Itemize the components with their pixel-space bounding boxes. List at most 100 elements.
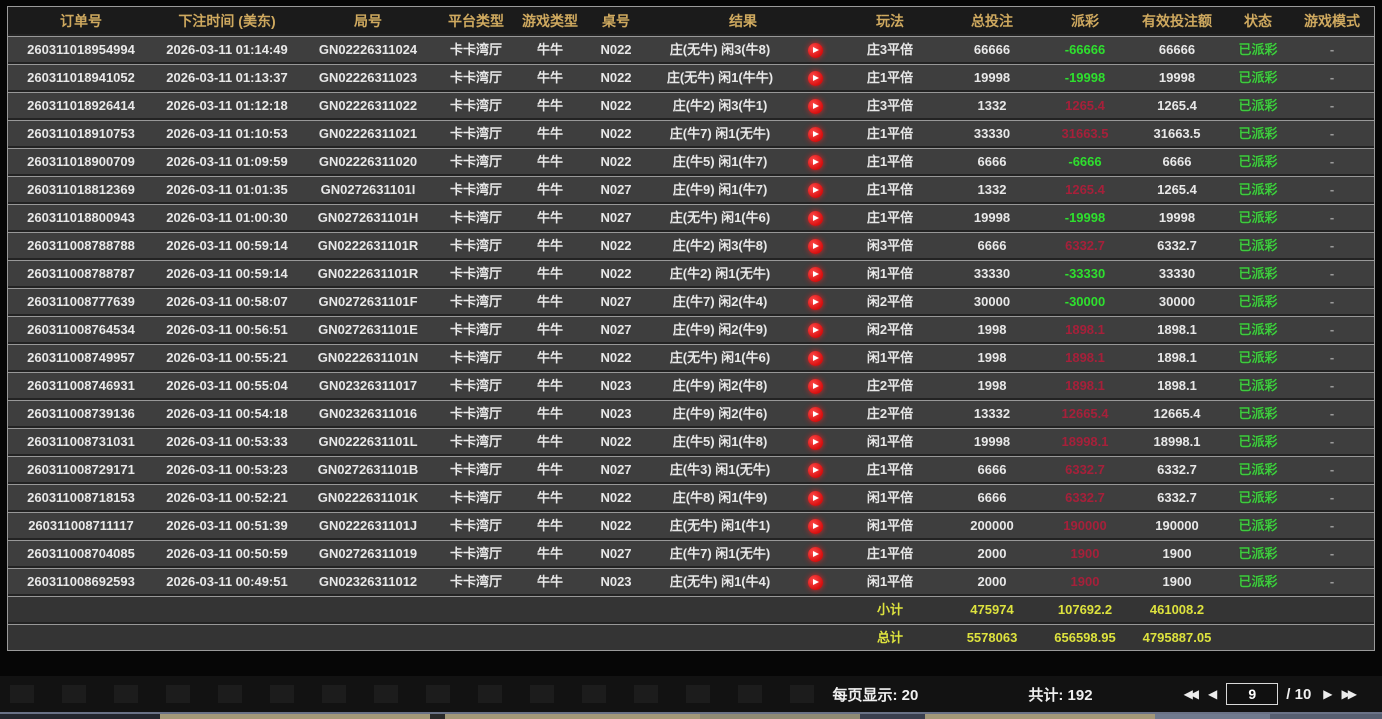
table-row: 260311008788787 2026-03-11 00:59:14 GN02… bbox=[8, 260, 1374, 286]
round-number: GN02226311023 bbox=[318, 70, 418, 85]
result-cell: 庄(牛2) 闲3(牛8) bbox=[648, 233, 838, 259]
last-page-button[interactable]: ▶▶ bbox=[1336, 685, 1360, 703]
table-row: 260311008731031 2026-03-11 00:53:33 GN02… bbox=[8, 428, 1374, 454]
prev-page-button[interactable]: ◀ bbox=[1202, 685, 1220, 703]
play-type: 闲2平倍 bbox=[866, 322, 914, 337]
table-number: N022 bbox=[600, 98, 632, 113]
play-video-button[interactable] bbox=[792, 373, 838, 399]
result-cell: 庄(牛9) 闲2(牛8) bbox=[648, 373, 838, 399]
play-video-button[interactable] bbox=[792, 233, 838, 259]
payout: 1265.4 bbox=[1065, 98, 1105, 113]
col-header-table: 桌号 bbox=[602, 12, 630, 29]
play-video-button[interactable] bbox=[792, 177, 838, 203]
game-mode: - bbox=[1329, 406, 1335, 421]
total-bet: 33330 bbox=[973, 126, 1011, 141]
payout: 1900 bbox=[1070, 546, 1100, 561]
bet-time: 2026-03-11 01:09:59 bbox=[166, 154, 288, 169]
total-bet: 2000 bbox=[977, 546, 1007, 561]
bet-time: 2026-03-11 00:59:14 bbox=[166, 266, 288, 281]
page-number-input[interactable] bbox=[1226, 683, 1279, 705]
payout: 1265.4 bbox=[1065, 182, 1105, 197]
play-video-button[interactable] bbox=[792, 65, 838, 91]
status-badge: 已派彩 bbox=[1238, 406, 1278, 421]
table-number: N027 bbox=[600, 322, 632, 337]
play-video-button[interactable] bbox=[792, 569, 838, 595]
valid-bet: 1898.1 bbox=[1157, 378, 1197, 393]
play-video-button[interactable] bbox=[792, 261, 838, 287]
play-video-button[interactable] bbox=[792, 205, 838, 231]
result-cell: 庄(无牛) 闲1(牛1) bbox=[648, 513, 838, 539]
play-video-button[interactable] bbox=[792, 541, 838, 567]
play-type: 庄1平倍 bbox=[866, 70, 914, 85]
play-video-button[interactable] bbox=[792, 317, 838, 343]
play-video-button[interactable] bbox=[792, 345, 838, 371]
round-number: GN0272631101H bbox=[317, 210, 419, 225]
play-icon bbox=[807, 210, 823, 226]
payout: -19998 bbox=[1064, 70, 1106, 85]
status-badge: 已派彩 bbox=[1238, 70, 1278, 85]
game-type: 牛牛 bbox=[536, 238, 563, 253]
result-text: 庄(牛7) 闲2(牛4) bbox=[672, 294, 768, 309]
bottom-strip-segment bbox=[1270, 714, 1382, 719]
play-video-button[interactable] bbox=[792, 37, 838, 63]
play-video-button[interactable] bbox=[792, 429, 838, 455]
result-text: 庄(牛3) 闲1(无牛) bbox=[669, 462, 771, 477]
play-type: 庄1平倍 bbox=[866, 154, 914, 169]
order-number: 260311018800943 bbox=[27, 210, 135, 225]
platform-type: 卡卡湾厅 bbox=[449, 182, 502, 197]
result-cell: 庄(无牛) 闲1(牛6) bbox=[648, 345, 838, 371]
table-row: 260311008777639 2026-03-11 00:58:07 GN02… bbox=[8, 288, 1374, 314]
result-text: 庄(牛5) 闲1(牛8) bbox=[672, 434, 768, 449]
order-number: 260311008749957 bbox=[27, 350, 135, 365]
play-icon bbox=[807, 98, 823, 114]
valid-bet: 66666 bbox=[1158, 42, 1196, 57]
play-video-button[interactable] bbox=[792, 121, 838, 147]
bottom-edge-decoration bbox=[0, 712, 1382, 719]
total-bet: 1998 bbox=[977, 378, 1007, 393]
platform-type: 卡卡湾厅 bbox=[449, 294, 502, 309]
round-number: GN0222631101R bbox=[317, 266, 419, 281]
table-number: N022 bbox=[600, 42, 632, 57]
betting-records-screen: 订单号 下注时间 (美东) 局号 平台类型 游戏类型 桌号 结果 玩法 总投注 … bbox=[0, 0, 1382, 719]
total-bet: 30000 bbox=[973, 294, 1011, 309]
table-header-row: 订单号 下注时间 (美东) 局号 平台类型 游戏类型 桌号 结果 玩法 总投注 … bbox=[8, 7, 1374, 34]
col-header-status: 状态 bbox=[1244, 12, 1272, 29]
play-icon bbox=[807, 490, 823, 506]
payout: 1898.1 bbox=[1065, 322, 1105, 337]
result-text: 庄(无牛) 闲1(牛6) bbox=[669, 210, 771, 225]
bet-time: 2026-03-11 00:53:23 bbox=[166, 462, 288, 477]
bet-time: 2026-03-11 01:10:53 bbox=[166, 126, 288, 141]
result-cell: 庄(牛5) 闲1(牛8) bbox=[648, 429, 838, 455]
game-type: 牛牛 bbox=[536, 154, 563, 169]
valid-bet: 19998 bbox=[1158, 210, 1196, 225]
valid-bet: 1898.1 bbox=[1157, 322, 1197, 337]
play-icon bbox=[807, 574, 823, 590]
round-number: GN02226311020 bbox=[318, 154, 418, 169]
round-number: GN0272631101B bbox=[317, 462, 419, 477]
play-video-button[interactable] bbox=[792, 289, 838, 315]
page-total-label: / 10 bbox=[1286, 685, 1312, 703]
round-number: GN0222631101L bbox=[318, 434, 418, 449]
payout: 190000 bbox=[1063, 518, 1107, 533]
play-video-button[interactable] bbox=[792, 93, 838, 119]
result-text: 庄(牛2) 闲1(无牛) bbox=[669, 266, 771, 281]
play-video-button[interactable] bbox=[792, 401, 838, 427]
result-text: 庄(牛8) 闲1(牛9) bbox=[672, 490, 768, 505]
payout: -66666 bbox=[1064, 42, 1106, 57]
play-video-button[interactable] bbox=[792, 149, 838, 175]
next-page-button[interactable]: ▶ bbox=[1317, 685, 1335, 703]
round-number: GN0272631101F bbox=[318, 294, 418, 309]
play-video-button[interactable] bbox=[792, 457, 838, 483]
result-cell: 庄(牛9) 闲2(牛9) bbox=[648, 317, 838, 343]
status-badge: 已派彩 bbox=[1238, 126, 1278, 141]
game-type: 牛牛 bbox=[536, 126, 563, 141]
game-type: 牛牛 bbox=[536, 462, 563, 477]
first-page-button[interactable]: ◀◀ bbox=[1178, 685, 1202, 703]
play-video-button[interactable] bbox=[792, 485, 838, 511]
play-video-button[interactable] bbox=[792, 513, 838, 539]
bet-time: 2026-03-11 00:52:21 bbox=[166, 490, 288, 505]
platform-type: 卡卡湾厅 bbox=[449, 70, 502, 85]
platform-type: 卡卡湾厅 bbox=[449, 462, 502, 477]
result-cell: 庄(牛2) 闲1(无牛) bbox=[648, 261, 838, 287]
game-type: 牛牛 bbox=[536, 350, 563, 365]
